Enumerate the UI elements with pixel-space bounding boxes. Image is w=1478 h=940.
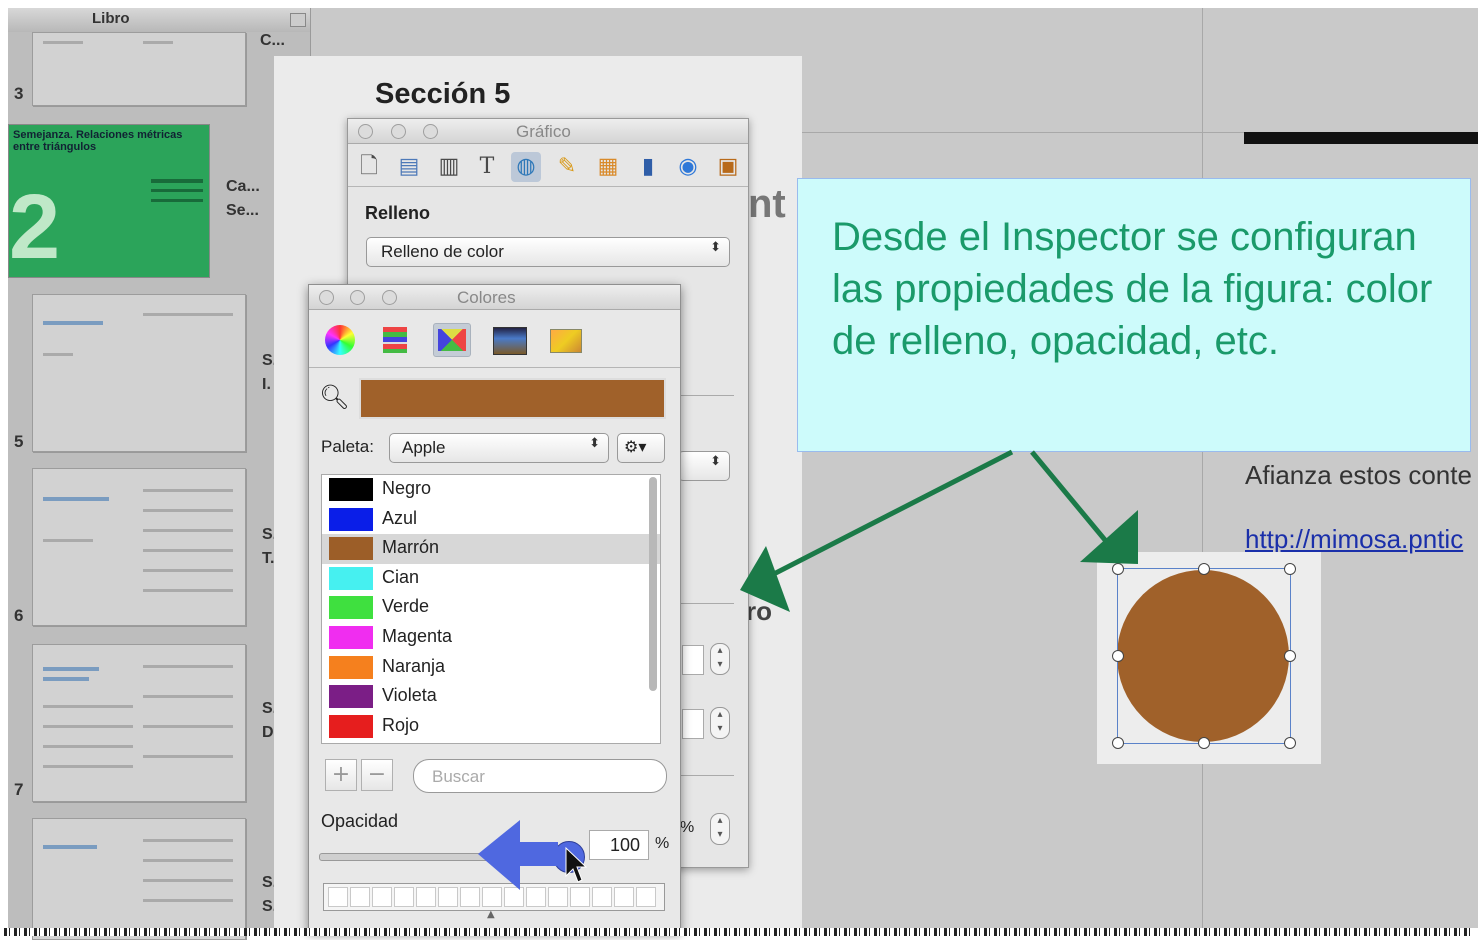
caption-text-strip: [4, 928, 1474, 936]
arrow-head-left-icon: [740, 546, 790, 612]
opacity-arrow-shaft: [516, 842, 558, 866]
opacity-arrow-head-icon: [478, 820, 520, 890]
mouse-pointer-icon: [565, 846, 588, 883]
arrow-to-shape: [1030, 450, 1112, 548]
arrow-to-inspector: [760, 449, 1014, 583]
annotation-arrows: [478, 449, 1138, 890]
